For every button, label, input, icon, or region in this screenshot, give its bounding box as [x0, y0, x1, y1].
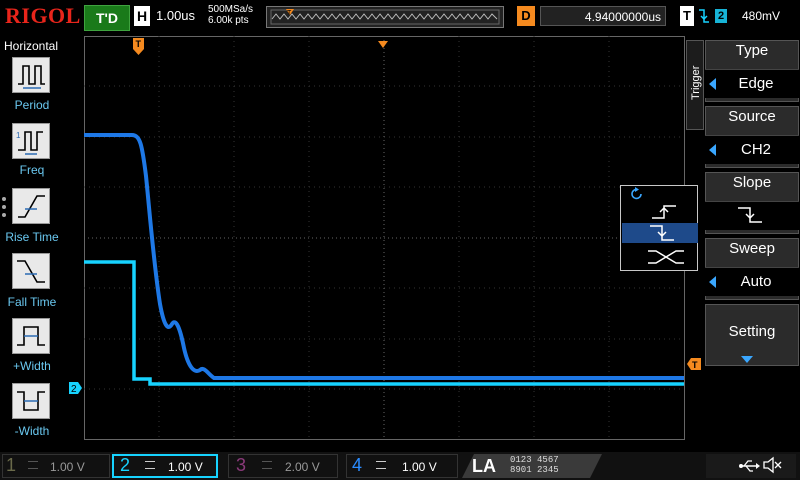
source-title: Source — [728, 108, 776, 125]
type-value: Edge — [738, 75, 774, 92]
la-group: 2345 — [537, 465, 559, 475]
slope-title: Slope — [732, 174, 772, 191]
freq-button[interactable]: 1 — [12, 123, 50, 159]
either-slope-option[interactable] — [646, 248, 686, 271]
la-group: 4567 — [537, 455, 559, 465]
type-title: Type — [735, 42, 769, 59]
la-label: LA — [472, 456, 496, 476]
trigger-level-value[interactable]: 480mV — [742, 9, 780, 23]
freq-icon: 1 — [16, 131, 43, 155]
la-group: 0123 — [510, 455, 532, 465]
svg-text:T: T — [692, 360, 698, 370]
period-button[interactable] — [12, 57, 50, 93]
ch2-number: 2 — [120, 455, 131, 475]
la-group: 8901 — [510, 465, 532, 475]
ch4-coupling-icon — [376, 461, 386, 469]
falling-slope-option[interactable] — [622, 223, 698, 243]
center-marker — [378, 36, 388, 54]
negative-width-label: -Width — [14, 424, 50, 438]
setting-title: Setting — [728, 323, 776, 340]
down-arrow-icon — [741, 351, 753, 369]
positive-width-icon — [17, 326, 45, 346]
ch1-scale: 1.00 V — [50, 460, 85, 474]
waveform-display[interactable] — [84, 36, 686, 452]
scroll-dot — [2, 213, 6, 217]
sweep-title: Sweep — [729, 240, 775, 257]
timebase-value[interactable]: 1.00us — [156, 8, 195, 23]
fall-time-button[interactable] — [12, 253, 50, 289]
svg-text:2: 2 — [71, 384, 77, 394]
ch2-scale: 1.00 V — [168, 460, 203, 474]
ch3-number: 3 — [236, 455, 247, 475]
svg-text:1: 1 — [16, 131, 21, 140]
ch4-number: 4 — [352, 455, 363, 475]
ch3-scale: 2.00 V — [285, 460, 320, 474]
rise-time-label: Rise Time — [5, 230, 59, 244]
rise-time-icon — [18, 195, 45, 218]
horizontal-indicator: H — [134, 6, 150, 26]
positive-width-button[interactable] — [12, 318, 50, 354]
svg-text:T: T — [136, 39, 142, 49]
falling-slope-icon — [736, 205, 764, 230]
trigger-level-marker[interactable]: T — [687, 357, 701, 375]
rise-time-button[interactable] — [12, 188, 50, 224]
speaker-muted-icon[interactable] — [762, 456, 782, 479]
run-status-badge[interactable]: T'D — [84, 5, 130, 31]
memory-depth: 6.00k pts — [208, 15, 249, 26]
positive-width-label: +Width — [13, 359, 51, 373]
waveform-grid — [84, 36, 685, 440]
delay-indicator: D — [517, 6, 535, 26]
scroll-dot — [2, 205, 6, 209]
memory-overview-strip[interactable]: T — [266, 6, 504, 28]
memory-waveform-icon: T — [270, 9, 500, 25]
falling-slope-icon — [650, 225, 674, 241]
sample-info: 500MSa/s 6.00k pts — [208, 4, 253, 26]
rotate-knob-icon — [630, 187, 644, 206]
scroll-dot — [2, 197, 6, 201]
ch1-number: 1 — [6, 455, 17, 475]
svg-text:T: T — [287, 10, 292, 17]
negative-width-icon — [17, 391, 45, 411]
ch2-ground-marker[interactable]: 2 — [69, 381, 83, 399]
sweep-value: Auto — [740, 273, 772, 290]
usb-icon — [738, 458, 760, 479]
rising-slope-icon — [652, 205, 676, 219]
sample-rate: 500MSa/s — [208, 4, 254, 15]
measure-panel-title: Horizontal — [4, 39, 59, 53]
source-value: CH2 — [740, 141, 771, 158]
ch3-coupling-icon — [262, 461, 272, 469]
either-slope-icon — [648, 250, 684, 264]
la-groups: 0123 4567 8901 2345 — [510, 455, 594, 475]
negative-width-button[interactable] — [12, 383, 50, 419]
trigger-source-badge: 2 — [715, 9, 727, 23]
fall-time-label: Fall Time — [7, 295, 57, 309]
delay-value[interactable]: 4.94000000us — [540, 6, 666, 26]
period-label: Period — [14, 98, 50, 112]
fall-time-icon — [17, 260, 45, 283]
ch4-scale: 1.00 V — [402, 460, 437, 474]
falling-edge-icon — [697, 7, 711, 30]
period-icon — [18, 65, 45, 89]
ch1-coupling-icon — [28, 461, 38, 469]
freq-label: Freq — [19, 163, 45, 177]
trigger-indicator: T — [680, 6, 694, 26]
rigol-logo: RIGOL — [5, 3, 81, 28]
trigger-position-marker[interactable]: T — [133, 38, 145, 61]
trigger-menu-label: Trigger — [690, 65, 702, 100]
ch2-coupling-icon — [145, 461, 155, 469]
